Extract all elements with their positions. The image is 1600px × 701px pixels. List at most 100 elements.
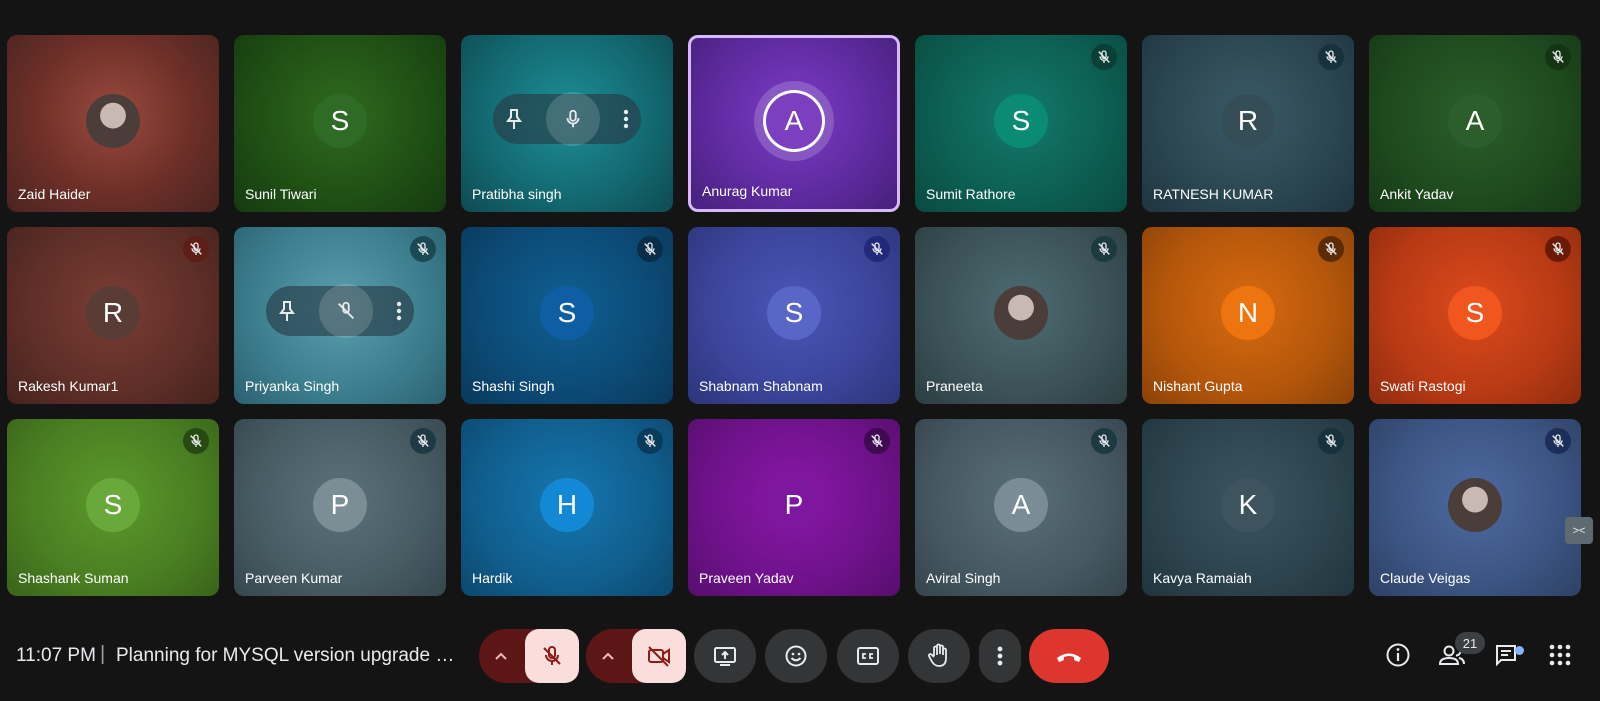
- audio-settings-chevron[interactable]: [479, 651, 523, 661]
- mic-off-icon: [190, 434, 202, 447]
- mic-off-icon: [190, 242, 202, 255]
- participant-tile[interactable]: A Anurag Kumar: [688, 35, 900, 212]
- title-separator: |: [100, 643, 106, 665]
- chevron-up-icon: [602, 652, 614, 660]
- participant-tile[interactable]: K Kavya Ramaiah: [1142, 419, 1354, 596]
- video-settings-chevron[interactable]: [586, 651, 630, 661]
- participant-tile[interactable]: S Shashank Suman: [7, 419, 219, 596]
- participant-tile[interactable]: Praneeta: [915, 227, 1127, 404]
- mic-off-icon: [1552, 242, 1564, 255]
- participant-tile[interactable]: P Parveen Kumar: [234, 419, 446, 596]
- pin-button[interactable]: [505, 108, 523, 130]
- camera-off-icon: [648, 646, 670, 667]
- participant-tile[interactable]: Pratibha singh: [461, 35, 673, 212]
- more-vert-icon: [624, 109, 629, 128]
- participant-tile[interactable]: R RATNESH KUMAR: [1142, 35, 1354, 212]
- avatar: A: [766, 92, 822, 149]
- muted-indicator: [1091, 428, 1117, 454]
- tile-mute-button[interactable]: [318, 283, 373, 338]
- participant-tile[interactable]: A Aviral Singh: [915, 419, 1127, 596]
- participant-tile[interactable]: S Shabnam Shabnam: [688, 227, 900, 404]
- participant-name: Shabnam Shabnam: [699, 378, 823, 394]
- participant-count-badge: 21: [1455, 632, 1485, 654]
- present-screen-button[interactable]: [694, 629, 756, 683]
- participant-name: Praneeta: [926, 378, 983, 394]
- leave-call-button[interactable]: [1029, 629, 1109, 683]
- participant-tile[interactable]: S Sumit Rathore: [915, 35, 1127, 212]
- participant-grid: Zaid Haider S Sunil Tiwari Pratibha singh A A…: [7, 35, 1581, 596]
- participant-name: Sunil Tiwari: [245, 186, 317, 202]
- tile-more-options-button[interactable]: [623, 109, 629, 129]
- avatar: K: [1221, 477, 1275, 532]
- toggle-camera-button[interactable]: [632, 629, 686, 683]
- participant-name: Zaid Haider: [18, 186, 91, 202]
- pin-button[interactable]: [278, 300, 296, 322]
- avatar: S: [767, 285, 821, 340]
- participant-name: Pratibha singh: [472, 186, 562, 202]
- mic-off-icon: [644, 242, 656, 255]
- mic-off-icon: [1552, 434, 1564, 447]
- participant-tile[interactable]: S Swati Rastogi: [1369, 227, 1581, 404]
- participant-tile[interactable]: H Hardik: [461, 419, 673, 596]
- tile-more-options-button[interactable]: [396, 301, 402, 321]
- mic-off-icon: [338, 301, 354, 319]
- participant-tile[interactable]: Claude Veigas: [1369, 419, 1581, 596]
- avatar: H: [540, 477, 594, 532]
- captions-button[interactable]: [837, 629, 899, 683]
- muted-indicator: [410, 428, 436, 454]
- mic-off-icon: [1325, 434, 1337, 447]
- participant-name: Rakesh Kumar1: [18, 378, 119, 394]
- participant-name: Sumit Rathore: [926, 186, 1016, 202]
- avatar: S: [1448, 285, 1502, 340]
- participant-tile[interactable]: Zaid Haider: [7, 35, 219, 212]
- avatar: R: [86, 285, 140, 340]
- send-reaction-button[interactable]: [765, 629, 827, 683]
- muted-indicator: [410, 236, 436, 262]
- participant-tile[interactable]: Priyanka Singh: [234, 227, 446, 404]
- participant-tile[interactable]: R Rakesh Kumar1: [7, 227, 219, 404]
- mic-off-icon: [417, 434, 429, 447]
- avatar: S: [994, 93, 1048, 148]
- participant-tile[interactable]: S Sunil Tiwari: [234, 35, 446, 212]
- participant-name: Priyanka Singh: [245, 378, 340, 394]
- tile-mute-button[interactable]: [545, 91, 600, 146]
- muted-indicator: [1545, 428, 1571, 454]
- participant-name: RATNESH KUMAR: [1153, 186, 1274, 202]
- mic-off-icon: [871, 434, 883, 447]
- participant-name: Kavya Ramaiah: [1153, 570, 1252, 586]
- participant-name: Nishant Gupta: [1153, 378, 1243, 394]
- microphone-control: [479, 629, 579, 683]
- activities-button[interactable]: [1542, 637, 1578, 673]
- muted-indicator: [1318, 236, 1344, 262]
- participant-tile[interactable]: N Nishant Gupta: [1142, 227, 1354, 404]
- muted-indicator: [1545, 44, 1571, 70]
- participant-tile[interactable]: S Shashi Singh: [461, 227, 673, 404]
- mic-off-icon: [1552, 50, 1564, 63]
- meeting-details-button[interactable]: [1380, 637, 1416, 673]
- more-options-button[interactable]: [979, 629, 1021, 683]
- raise-hand-button[interactable]: [908, 629, 970, 683]
- participant-name: Shashi Singh: [472, 378, 555, 394]
- chat-button[interactable]: [1488, 637, 1524, 673]
- avatar: S: [540, 285, 594, 340]
- emoji-icon: [785, 645, 807, 667]
- tile-hover-controls: [493, 91, 641, 146]
- pin-icon: [278, 300, 295, 321]
- collapse-side-panel-handle[interactable]: ><: [1565, 517, 1593, 544]
- toggle-microphone-button[interactable]: [525, 629, 579, 683]
- avatar: S: [313, 93, 367, 148]
- more-vert-icon: [397, 301, 402, 320]
- muted-indicator: [637, 428, 663, 454]
- info-icon: [1386, 643, 1410, 667]
- meeting-title: Planning for MYSQL version upgrade S...: [116, 645, 456, 666]
- participant-tile[interactable]: P Praveen Yadav: [688, 419, 900, 596]
- participant-name: Shashank Suman: [18, 570, 129, 586]
- end-call-icon: [1057, 653, 1081, 662]
- mic-off-icon: [417, 242, 429, 255]
- participant-tile[interactable]: A Ankit Yadav: [1369, 35, 1581, 212]
- meeting-clock: 11:07 PM: [16, 645, 96, 666]
- pin-icon: [505, 108, 522, 129]
- raise-hand-icon: [928, 643, 947, 667]
- avatar-photo: [1448, 477, 1502, 532]
- avatar: P: [767, 477, 821, 532]
